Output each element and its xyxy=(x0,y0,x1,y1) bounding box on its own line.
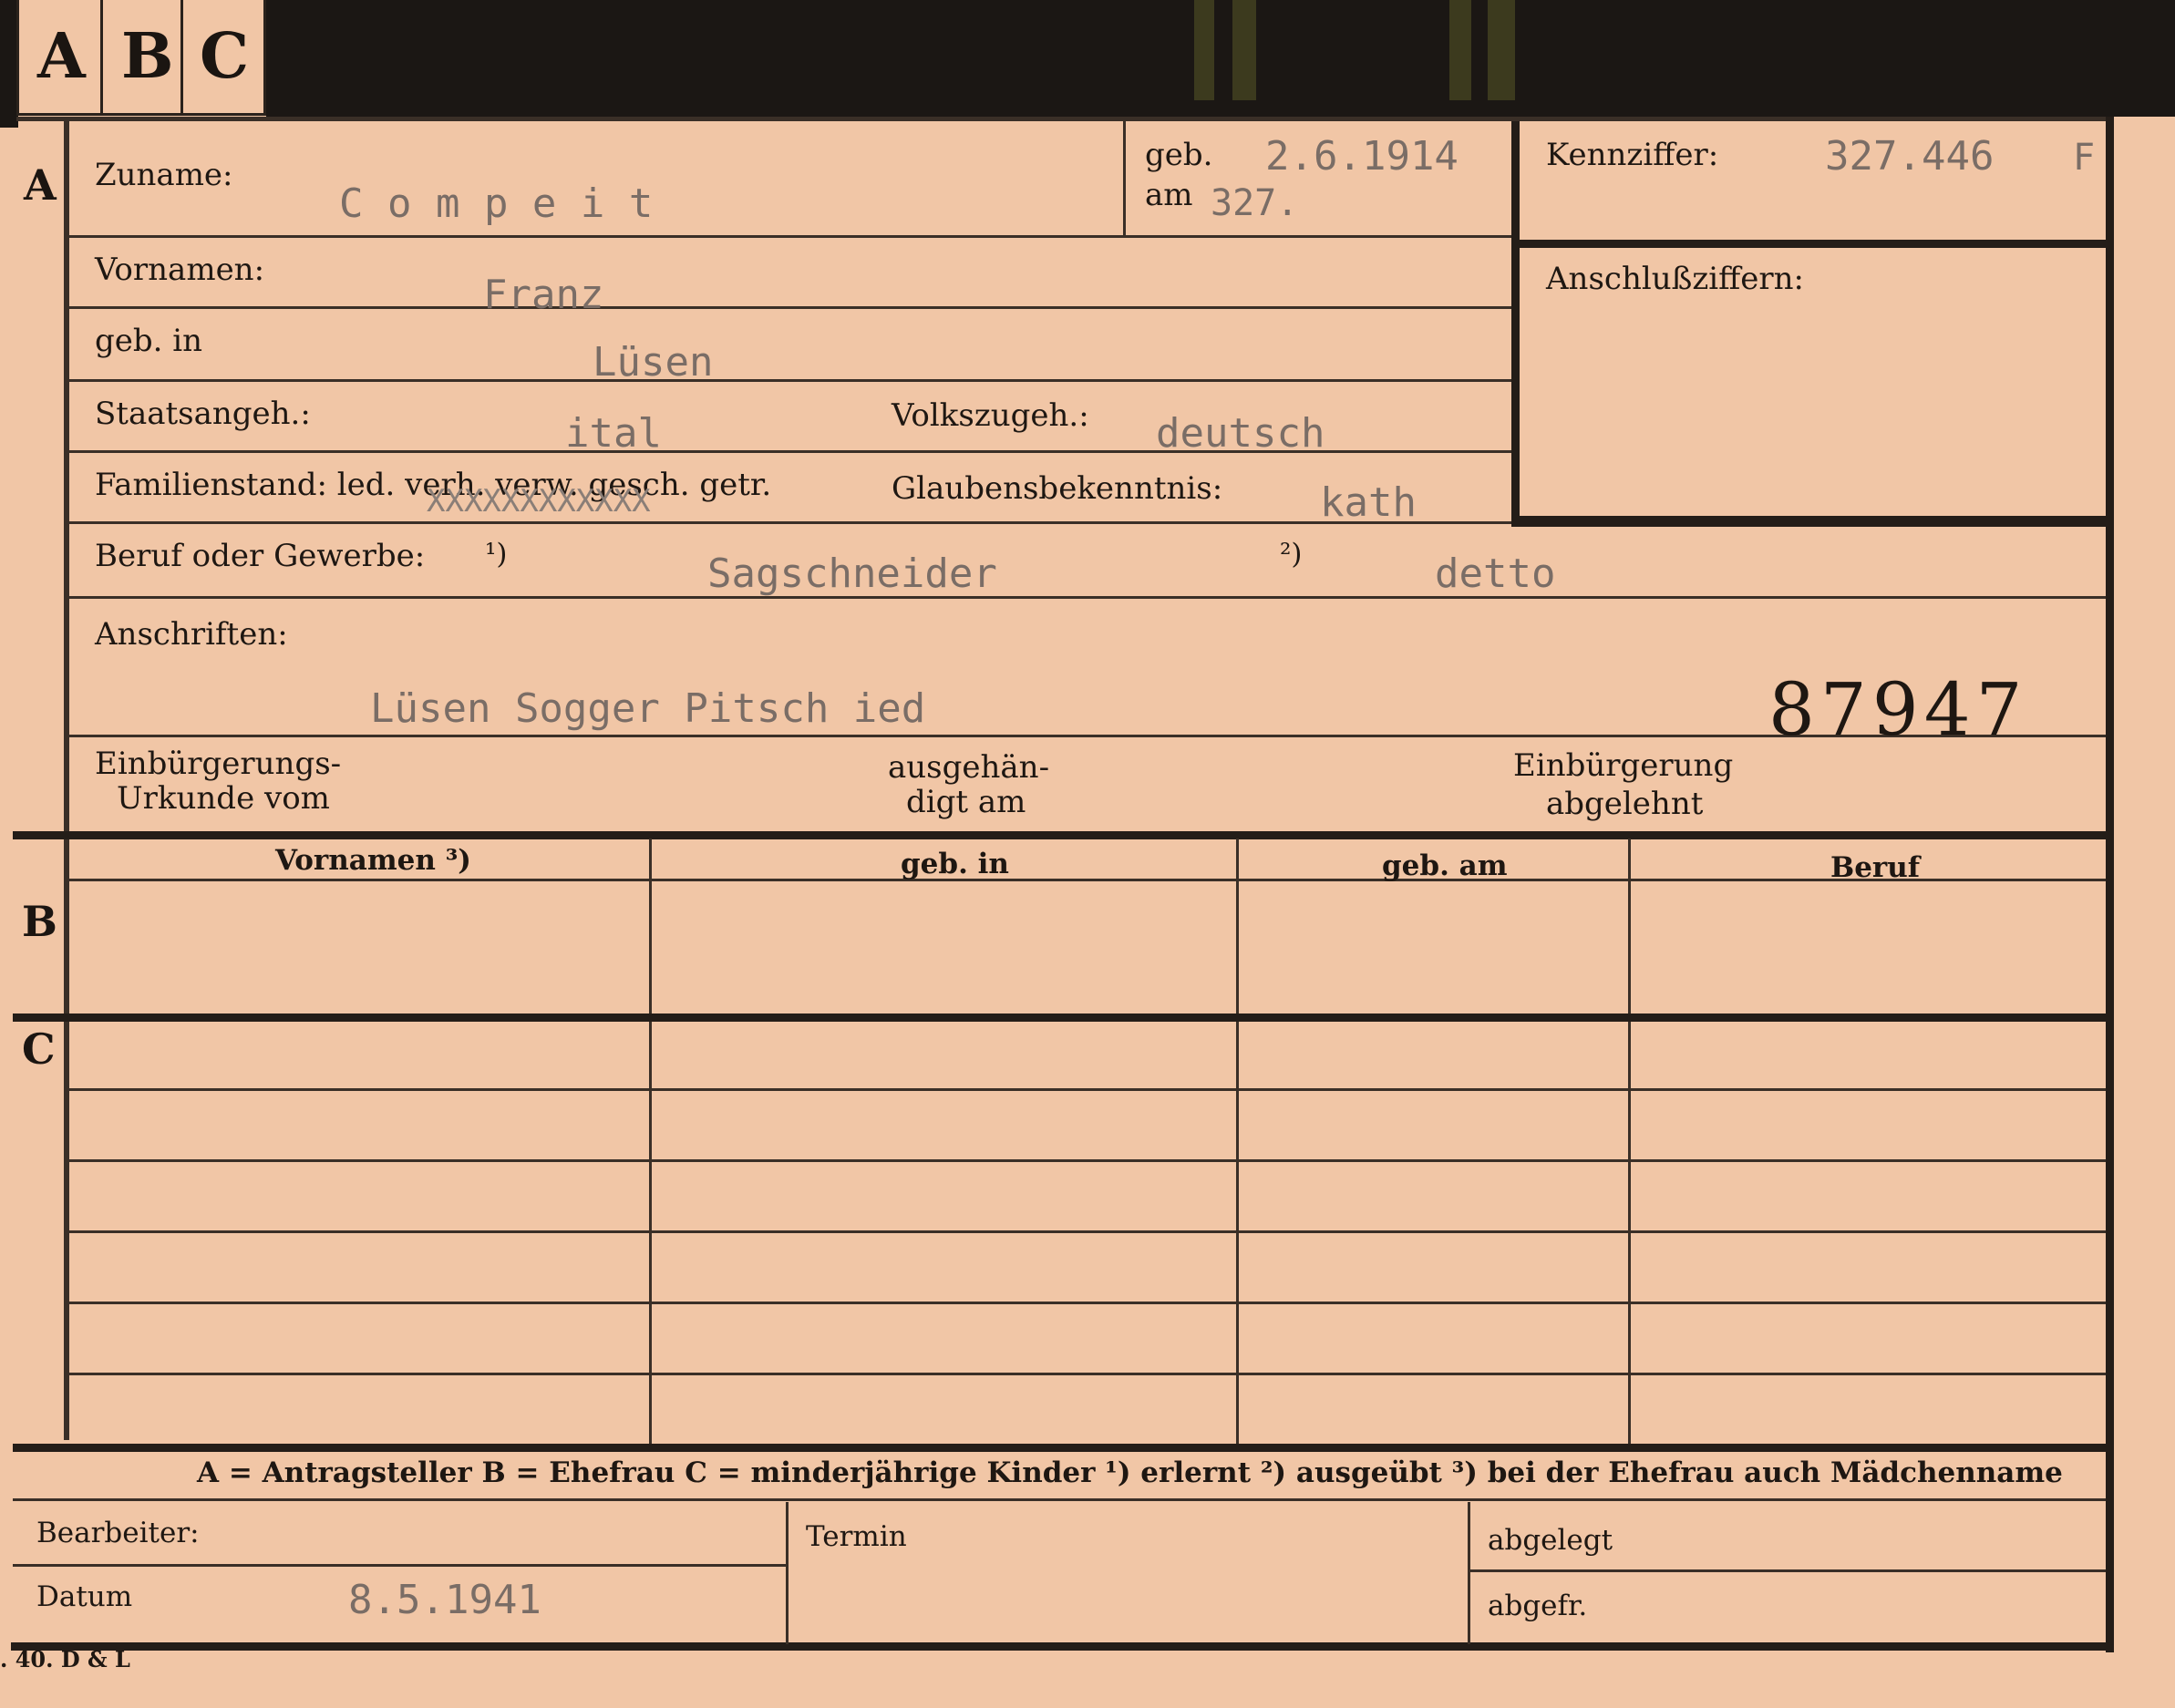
ausgehaendigt-label: ausgehän- xyxy=(888,749,1050,786)
kennziffer-value: 327.446 xyxy=(1825,133,1995,180)
kennziffer-box-left xyxy=(1511,121,1520,527)
birth-date-value: 2.6.1914 xyxy=(1265,133,1459,180)
bearbeiter-label: Bearbeiter: xyxy=(36,1517,200,1549)
row-line xyxy=(69,1302,2106,1304)
familienstand-strikeout: XXXXXXXXXXXX xyxy=(427,483,651,520)
section-label-c: C xyxy=(22,1024,56,1074)
geb-in-value: Lüsen xyxy=(593,339,714,386)
column-header-beruf: Beruf xyxy=(1830,851,1921,884)
row-line xyxy=(69,306,1511,309)
footnote-1: ¹) xyxy=(485,538,508,571)
row-line xyxy=(69,235,1511,238)
tab-letter: C xyxy=(200,20,250,93)
row-line xyxy=(69,1159,2106,1162)
vornamen-label: Vornamen: xyxy=(95,252,265,288)
beruf-erlernt-value: Sagschneider xyxy=(707,550,997,597)
left-dark-edge xyxy=(0,0,18,128)
section-margin-line xyxy=(64,118,69,1440)
index-tab-c[interactable]: C xyxy=(180,0,266,116)
staatsangeh-label: Staatsangeh.: xyxy=(95,396,311,432)
birth-extra-value: 327. xyxy=(1211,182,1299,224)
einbuergerungs-urkunde-label: Einbürgerungs- xyxy=(95,746,342,782)
geb-label: geb. xyxy=(1145,137,1213,173)
footnote-2: ²) xyxy=(1280,538,1303,571)
zuname-label: Zuname: xyxy=(95,157,233,193)
section-label-a: A xyxy=(24,160,57,210)
kennziffer-divider xyxy=(1511,240,2106,248)
termin-label: Termin xyxy=(806,1520,907,1553)
printer-imprint: . 40. D & L xyxy=(0,1646,130,1672)
column-header-line xyxy=(69,879,2106,881)
admin-divider xyxy=(1468,1502,1470,1644)
legend-bottom-border xyxy=(13,1498,2106,1501)
geb-in-label: geb. in xyxy=(95,323,203,359)
zuname-value: C o m p e i t xyxy=(339,180,654,227)
row-line xyxy=(69,379,1511,382)
tab-letter: A xyxy=(37,20,86,93)
beruf-ausgeuebt-value: detto xyxy=(1435,550,1556,597)
row-line xyxy=(69,1088,2106,1091)
column-header-geb-in: geb. in xyxy=(901,848,1009,880)
card-right-border xyxy=(2106,117,2114,1652)
legend-text: A = Antragsteller B = Ehefrau C = minder… xyxy=(197,1456,2063,1489)
row-line xyxy=(69,596,2106,599)
beruf-label: Beruf oder Gewerbe: xyxy=(95,538,426,574)
tab-letter: B xyxy=(121,20,174,93)
geb-divider xyxy=(1123,121,1126,236)
anschrift-value: Lüsen Sogger Pitsch ied xyxy=(370,685,926,732)
index-tab-b[interactable]: B xyxy=(100,0,186,116)
top-dark-band xyxy=(266,0,2175,117)
kennziffer-suffix: F xyxy=(2073,137,2096,179)
anschriften-label: Anschriften: xyxy=(95,616,288,653)
einbuergerungs-urkunde-label-2: Urkunde vom xyxy=(117,780,330,817)
card-top-border xyxy=(16,117,2113,121)
abgefragt-label: abgefr. xyxy=(1488,1590,1588,1622)
ausgehaendigt-label-2: digt am xyxy=(906,784,1026,820)
einbuergerung-abgelehnt-label-2: abgelehnt xyxy=(1546,786,1704,822)
abgelegt-label: abgelegt xyxy=(1488,1524,1613,1557)
column-divider xyxy=(649,839,652,1445)
section-b-top-border xyxy=(13,831,2106,839)
band-shadow xyxy=(1488,0,1515,100)
stamp-number: 87947 xyxy=(1768,667,2028,752)
row-line xyxy=(69,1230,2106,1233)
glaubensbekenntnis-value: kath xyxy=(1320,479,1417,526)
admin-row-line xyxy=(13,1564,786,1567)
column-divider xyxy=(1236,839,1239,1445)
section-c-top-border xyxy=(13,1013,2106,1022)
legend-top-border xyxy=(13,1444,2106,1452)
row-line xyxy=(69,1373,2106,1375)
band-shadow xyxy=(1232,0,1256,100)
row-line xyxy=(69,521,1511,524)
column-header-vornamen: Vornamen ³) xyxy=(275,844,471,877)
volkszugeh-label: Volkszugeh.: xyxy=(892,397,1089,434)
admin-divider xyxy=(786,1502,789,1644)
column-divider xyxy=(1628,839,1631,1445)
column-header-geb-am: geb. am xyxy=(1382,849,1508,882)
admin-row-line xyxy=(1469,1569,2106,1572)
staatsangeh-value: ital xyxy=(565,410,662,457)
kennziffer-box-bottom xyxy=(1511,516,2106,527)
section-label-b: B xyxy=(22,897,57,946)
anschlussziffern-label: Anschlußziffern: xyxy=(1546,261,1804,297)
kennziffer-label: Kennziffer: xyxy=(1546,137,1719,173)
einbuergerung-abgelehnt-label: Einbürgerung xyxy=(1513,747,1734,784)
datum-value: 8.5.1941 xyxy=(348,1577,541,1623)
band-shadow xyxy=(1449,0,1471,100)
card-bottom-border xyxy=(11,1642,2112,1651)
index-tab-a[interactable]: A xyxy=(16,0,106,116)
vornamen-value: Franz xyxy=(483,272,604,318)
glaubensbekenntnis-label: Glaubensbekenntnis: xyxy=(892,470,1223,507)
band-shadow xyxy=(1194,0,1214,100)
volkszugeh-value: deutsch xyxy=(1156,410,1325,457)
am-label: am xyxy=(1145,177,1193,213)
datum-label: Datum xyxy=(36,1580,133,1613)
